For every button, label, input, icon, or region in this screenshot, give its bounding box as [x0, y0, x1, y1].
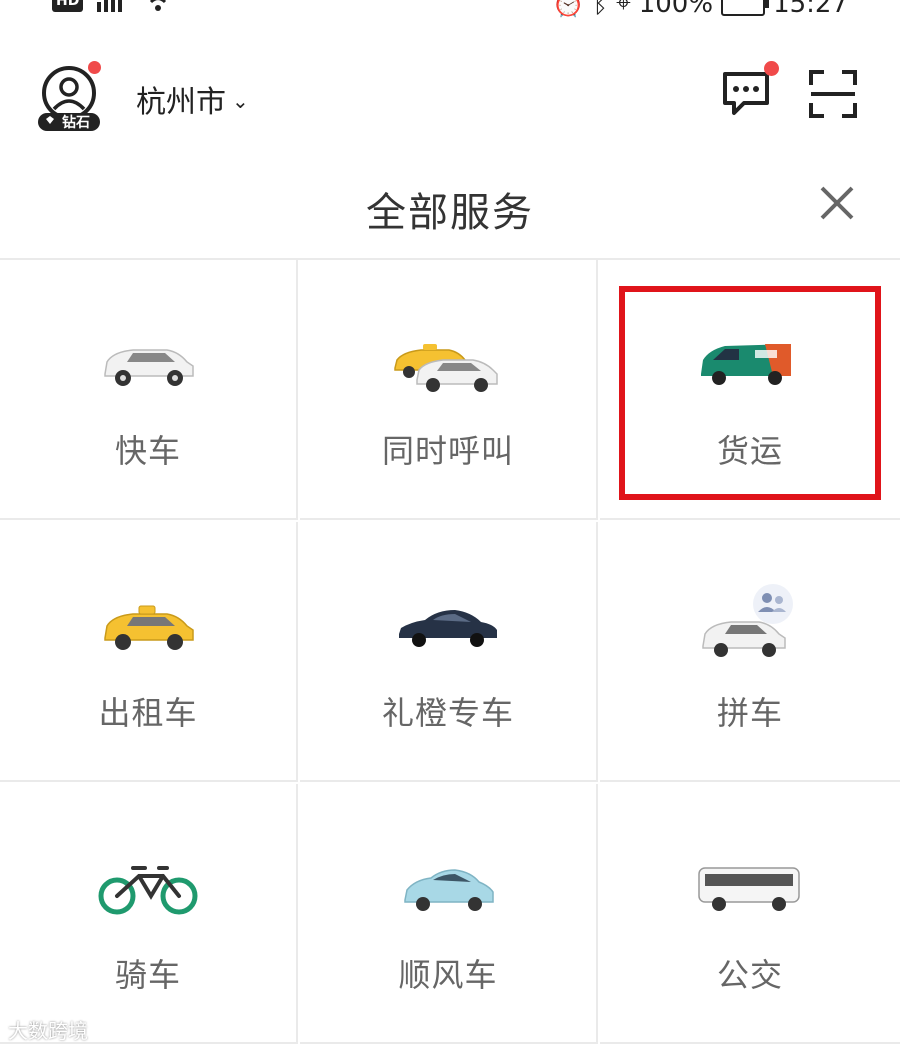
- message-notification-dot: [764, 61, 779, 76]
- service-label: 顺风车: [398, 956, 498, 994]
- close-icon[interactable]: [818, 184, 856, 222]
- city-label: 杭州市: [136, 85, 226, 120]
- service-premium[interactable]: 礼橙专车: [300, 522, 598, 782]
- service-bus[interactable]: 公交: [600, 784, 900, 1044]
- bicycle-icon: [98, 866, 198, 915]
- service-bike[interactable]: 骑车: [0, 784, 298, 1044]
- taxi-and-car-icon: [394, 344, 498, 392]
- premium-sedan-icon: [399, 610, 497, 647]
- service-label: 骑车: [114, 956, 181, 994]
- service-label: 出租车: [98, 694, 198, 732]
- service-label: 同时呼叫: [381, 432, 514, 470]
- hd-indicator: HD: [52, 0, 84, 12]
- carpool-icon: [702, 584, 793, 657]
- signal-icon: [97, 0, 123, 12]
- city-selector[interactable]: 杭州市 ⌄: [136, 77, 249, 121]
- bus-icon: [698, 867, 800, 911]
- bluetooth-icon: ᛒ: [592, 0, 609, 19]
- white-car-icon: [104, 349, 194, 386]
- location-icon: ⌖: [616, 0, 631, 18]
- service-label: 拼车: [716, 694, 783, 732]
- taxi-icon: [104, 605, 194, 650]
- service-kuaiche[interactable]: 快车: [0, 260, 298, 520]
- service-label: 快车: [114, 432, 181, 470]
- battery-percent: 100%: [638, 0, 714, 19]
- clock: 15:27: [773, 0, 848, 19]
- avatar-notification-dot: [88, 61, 101, 74]
- wifi-icon: [150, 0, 167, 11]
- service-label: 礼橙专车: [381, 694, 514, 732]
- avatar-badge-label: 钻石: [62, 114, 90, 131]
- scan-icon[interactable]: [808, 69, 858, 119]
- freight-highlight-box: [619, 286, 881, 500]
- avatar-icon[interactable]: 钻石: [36, 65, 102, 131]
- battery-icon: [721, 0, 770, 16]
- watermark: 大数跨境: [8, 1019, 88, 1043]
- status-bar: HD ⏰ ᛒ ⌖ 100% 15:27: [0, 0, 900, 22]
- top-header: 钻石 杭州市 ⌄: [0, 55, 900, 145]
- page-title: 全部服务: [366, 190, 534, 236]
- service-hitch[interactable]: 顺风车: [300, 784, 598, 1044]
- service-taxi[interactable]: 出租车: [0, 522, 298, 782]
- chevron-down-icon: ⌄: [232, 89, 249, 113]
- title-row: 全部服务: [0, 170, 900, 250]
- alarm-icon: ⏰: [552, 0, 585, 19]
- message-icon[interactable]: [720, 69, 772, 117]
- service-simultaneous-call[interactable]: 同时呼叫: [300, 260, 598, 520]
- service-carpool[interactable]: 拼车: [600, 522, 900, 782]
- hitch-car-icon: [404, 869, 494, 911]
- service-label: 公交: [716, 956, 783, 994]
